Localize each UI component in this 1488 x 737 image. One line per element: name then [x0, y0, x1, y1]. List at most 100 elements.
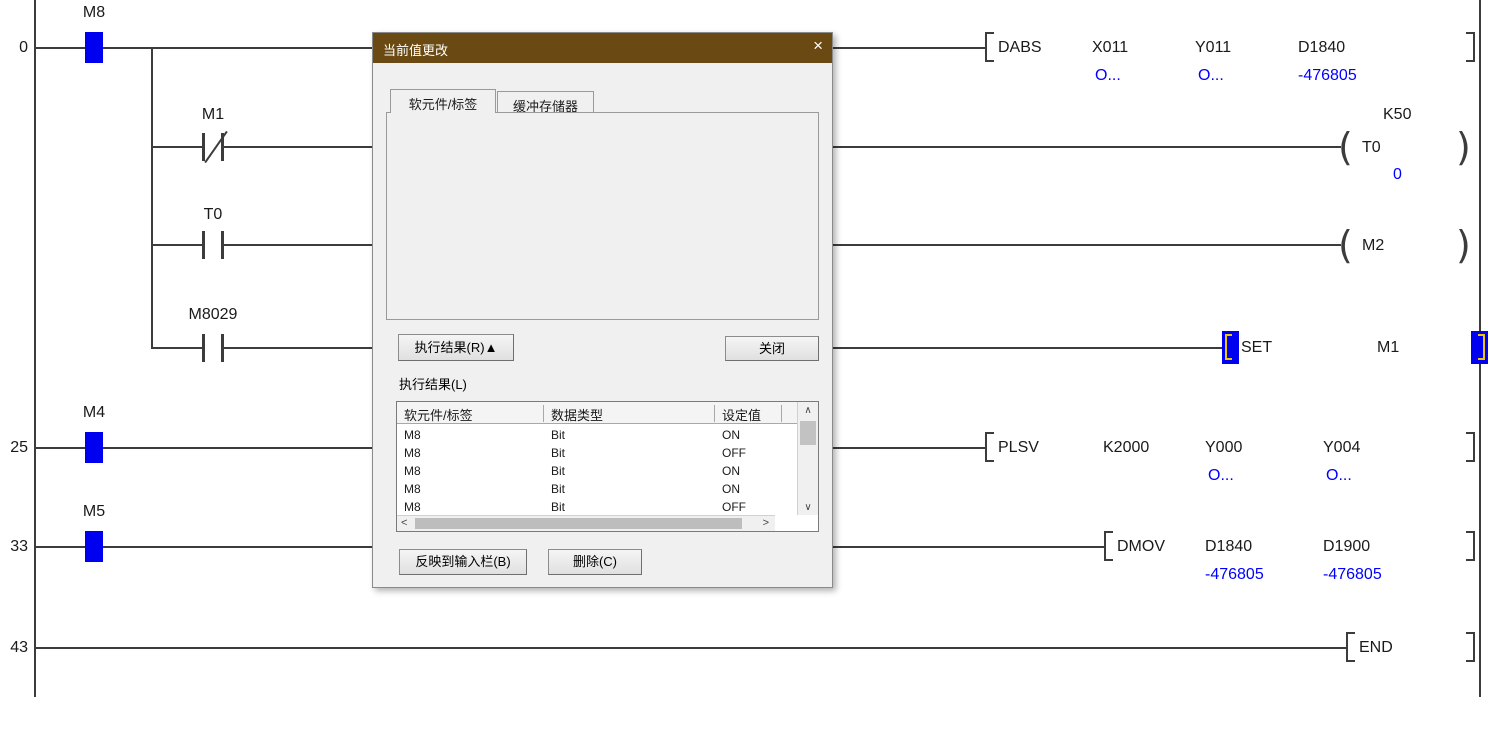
dmov-arg1-monitor-value: -476805: [1205, 566, 1264, 584]
m2-coil-label[interactable]: M2: [1362, 237, 1384, 255]
cell-setvalue: ON: [715, 482, 740, 496]
dmov-arg2[interactable]: D1900: [1323, 538, 1370, 556]
t0-coil-preset: K50: [1383, 106, 1411, 124]
contact-m1-nc[interactable]: [202, 133, 224, 161]
horizontal-scroll-thumb[interactable]: [415, 518, 742, 529]
cell-device: M8: [397, 428, 421, 442]
contact-m8-on[interactable]: [85, 32, 103, 63]
dmov-arg1[interactable]: D1840: [1205, 538, 1252, 556]
cell-device: M8: [397, 500, 421, 514]
cell-setvalue: OFF: [715, 500, 746, 514]
plsv-arg1[interactable]: K2000: [1103, 439, 1149, 457]
contact-t0-no[interactable]: [202, 231, 224, 259]
vertical-scrollbar[interactable]: ∧ ∨: [797, 402, 818, 515]
table-row[interactable]: M8 Bit ON: [397, 480, 797, 498]
end-opcode[interactable]: END: [1359, 639, 1393, 657]
dabs-arg2[interactable]: Y011: [1195, 39, 1231, 57]
step-number-43: 43: [0, 639, 28, 657]
t0-coil-close-paren: ): [1456, 128, 1471, 166]
dabs-opcode[interactable]: DABS: [998, 39, 1042, 57]
tab-device-label[interactable]: 软元件/标签: [390, 89, 496, 113]
t0-coil-open-paren: (: [1338, 128, 1353, 166]
plsv-arg3[interactable]: Y004: [1323, 439, 1360, 457]
plsv-close-bracket: [1466, 432, 1475, 462]
contact-t0-label: T0: [189, 206, 237, 224]
exec-result-button[interactable]: 执行结果(R)▲: [398, 334, 514, 361]
plsv-opcode[interactable]: PLSV: [998, 439, 1039, 457]
reflect-to-input-button[interactable]: 反映到输入栏(B): [399, 549, 527, 575]
dialog-titlebar[interactable]: 当前值更改 ×: [373, 33, 832, 63]
horizontal-scrollbar[interactable]: < >: [397, 515, 775, 531]
delete-button[interactable]: 删除(C): [548, 549, 642, 575]
cell-device: M8: [397, 446, 421, 460]
t0-coil-monitor-value: 0: [1393, 166, 1402, 184]
dabs-arg3-monitor-value: -476805: [1298, 67, 1357, 85]
branch-vertical-wire: [151, 47, 153, 349]
dabs-arg3[interactable]: D1840: [1298, 39, 1345, 57]
m2-coil-close-paren: ): [1456, 226, 1471, 264]
plc-ladder-monitor-screen: 0 25 33 43 M8 M1 T0 M8029 M4 M5 DABS X01…: [0, 0, 1488, 737]
step-number-25: 25: [0, 439, 28, 457]
scroll-up-icon[interactable]: ∧: [798, 405, 818, 416]
left-power-rail: [34, 0, 36, 697]
vertical-scroll-thumb[interactable]: [800, 421, 816, 445]
dabs-arg2-monitor-value: O...: [1198, 67, 1224, 85]
scroll-down-icon[interactable]: ∨: [798, 502, 818, 513]
plsv-arg2-monitor-value: O...: [1208, 467, 1234, 485]
close-button[interactable]: 关闭: [725, 336, 819, 361]
step-number-33: 33: [0, 538, 28, 556]
header-device[interactable]: 软元件/标签: [397, 405, 544, 422]
tab-panel: [386, 112, 819, 320]
dmov-close-bracket: [1466, 531, 1475, 561]
table-row[interactable]: M8 Bit ON: [397, 426, 797, 444]
contact-m8029-no[interactable]: [202, 334, 224, 362]
cell-datatype: Bit: [544, 464, 565, 478]
cell-datatype: Bit: [544, 428, 565, 442]
tab-buffer-memory[interactable]: 缓冲存储器: [497, 91, 594, 113]
close-icon[interactable]: ×: [813, 36, 823, 56]
set-open-bracket-highlighted[interactable]: [1222, 331, 1239, 364]
contact-m4-label: M4: [70, 404, 118, 422]
end-close-bracket: [1466, 632, 1475, 662]
yellow-open-bracket-icon: [1225, 334, 1232, 360]
cell-datatype: Bit: [544, 446, 565, 460]
tab-device-label-text: 软元件/标签: [409, 97, 478, 112]
set-arg1[interactable]: M1: [1377, 339, 1399, 357]
contact-m1-label: M1: [189, 106, 237, 124]
rung-43-wire: [35, 647, 1346, 649]
table-row[interactable]: M8 Bit OFF: [397, 498, 797, 516]
cell-setvalue: ON: [715, 464, 740, 478]
set-close-bracket-highlighted[interactable]: [1471, 331, 1488, 364]
table-header-row: 软元件/标签 数据类型 设定值: [397, 402, 818, 424]
dabs-arg1-monitor-value: O...: [1095, 67, 1121, 85]
dabs-arg1[interactable]: X011: [1092, 39, 1128, 57]
result-list-caption: 执行结果(L): [399, 374, 467, 393]
cell-device: M8: [397, 464, 421, 478]
contact-m5-on[interactable]: [85, 531, 103, 562]
plsv-arg2[interactable]: Y000: [1205, 439, 1242, 457]
plsv-open-bracket: [985, 432, 994, 462]
contact-m4-on[interactable]: [85, 432, 103, 463]
t0-coil-label[interactable]: T0: [1362, 139, 1381, 157]
table-row[interactable]: M8 Bit OFF: [397, 444, 797, 462]
set-opcode[interactable]: SET: [1241, 339, 1272, 357]
contact-m8-label: M8: [70, 4, 118, 22]
contact-m8029-label: M8029: [180, 306, 246, 324]
header-datatype[interactable]: 数据类型: [544, 405, 715, 422]
m2-coil-open-paren: (: [1338, 226, 1353, 264]
header-setvalue[interactable]: 设定值: [715, 405, 782, 422]
step-number-0: 0: [0, 39, 28, 57]
cell-datatype: Bit: [544, 482, 565, 496]
contact-m5-label: M5: [70, 503, 118, 521]
scroll-left-icon[interactable]: <: [401, 517, 407, 529]
plsv-arg3-monitor-value: O...: [1326, 467, 1352, 485]
dabs-open-bracket: [985, 32, 994, 62]
scroll-right-icon[interactable]: >: [763, 517, 769, 529]
dmov-open-bracket: [1104, 531, 1113, 561]
change-current-value-dialog: 当前值更改 × 软元件/标签 缓冲存储器 软元件/标签(E) M8 ▼ 数据类型…: [372, 32, 833, 588]
dmov-arg2-monitor-value: -476805: [1323, 566, 1382, 584]
dmov-opcode[interactable]: DMOV: [1117, 538, 1165, 556]
table-row[interactable]: M8 Bit ON: [397, 462, 797, 480]
end-open-bracket: [1346, 632, 1355, 662]
cell-setvalue: ON: [715, 428, 740, 442]
